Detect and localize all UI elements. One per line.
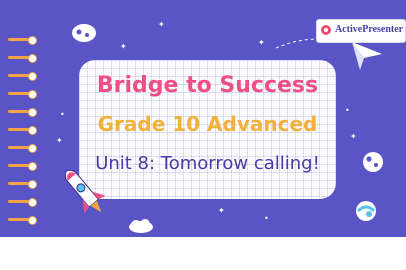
star-icon: ✦ xyxy=(350,132,357,141)
star-icon: ✦ xyxy=(56,136,63,145)
star-icon: ✦ xyxy=(218,206,225,215)
binder-ring xyxy=(8,144,38,153)
star-icon: • xyxy=(60,110,65,119)
slide-title: Bridge to Success xyxy=(96,73,319,98)
moon-icon xyxy=(363,152,383,172)
rocket-icon xyxy=(64,169,106,214)
star-icon: ✦ xyxy=(158,20,165,29)
binder-ring xyxy=(8,72,38,81)
star-icon: • xyxy=(264,214,269,223)
binder-ring xyxy=(8,54,38,63)
star-icon: • xyxy=(345,106,350,115)
binder-ring xyxy=(8,36,38,45)
binder-ring xyxy=(8,216,38,225)
planet-icon xyxy=(356,201,376,221)
binder-ring xyxy=(8,126,38,135)
moon-icon xyxy=(72,24,96,42)
binder-ring xyxy=(8,198,38,207)
title-slide: ✦ ✦ ✦ • ✦ ✦ • ✦ • Bridge to Success Grad… xyxy=(0,0,406,237)
activepresenter-logo-icon xyxy=(321,25,331,35)
star-icon: ✦ xyxy=(120,42,127,51)
binder-ring xyxy=(8,180,38,189)
binder-ring xyxy=(8,90,38,99)
cloud-icon xyxy=(129,219,153,233)
activepresenter-badge[interactable]: ActivePresenter xyxy=(316,19,406,43)
star-icon: ✦ xyxy=(258,38,265,47)
binder-ring xyxy=(8,162,38,171)
badge-label: ActivePresenter xyxy=(335,24,404,35)
slide-subtitle: Grade 10 Advanced xyxy=(97,112,318,136)
binder-ring xyxy=(8,108,38,117)
